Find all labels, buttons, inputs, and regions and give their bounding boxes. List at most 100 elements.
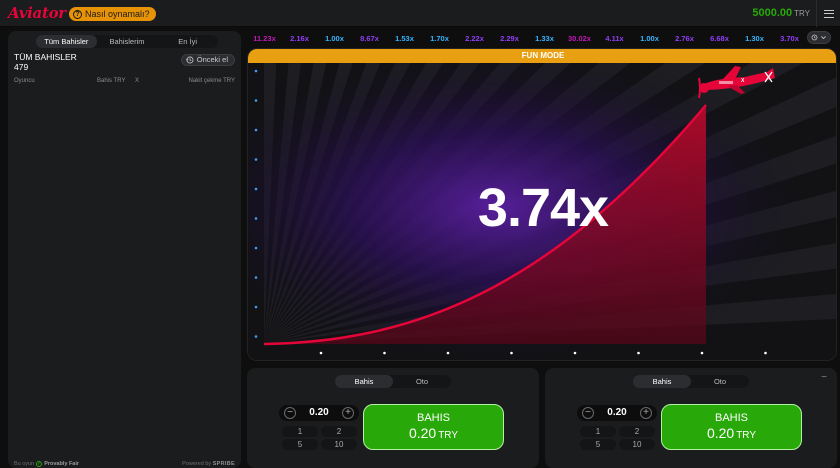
tab-top[interactable]: En İyi (157, 35, 218, 48)
provably-prefix: Bu oyun (14, 461, 35, 467)
previous-round-button[interactable]: Önceki el (180, 54, 235, 66)
balance-currency: TRY (794, 9, 810, 18)
bet-button-amount: 0.20 (706, 425, 735, 441)
tab-auto[interactable]: Oto (393, 375, 451, 388)
quick-amount-button[interactable]: 1 (282, 426, 318, 437)
history-multiplier[interactable]: 1.33x (527, 34, 562, 43)
column-cashout: Nakit çekme TRY (188, 78, 235, 84)
quick-amount-button[interactable]: 10 (321, 439, 357, 450)
quick-amount-button[interactable]: 1 (580, 426, 616, 437)
y-axis-dot (254, 276, 258, 279)
history-multiplier[interactable]: 6.68x (702, 34, 737, 43)
y-axis-dot (254, 158, 258, 161)
tab-all-bets[interactable]: Tüm Bahisler (36, 35, 97, 48)
column-x: X (135, 78, 140, 84)
quick-amount-button[interactable]: 5 (282, 439, 318, 450)
bet-button-label: BAHIS (714, 412, 748, 424)
y-axis-dot (254, 305, 258, 309)
provably-fair[interactable]: Bu oyun ✓ Provably Fair (14, 461, 79, 467)
y-axis-dot (254, 335, 258, 338)
quick-amount-button[interactable]: 10 (619, 439, 655, 450)
quick-amount-button[interactable]: 2 (619, 426, 655, 437)
increase-amount-button[interactable]: + (640, 407, 652, 419)
history-toggle-button[interactable] (807, 31, 831, 44)
remove-panel-button[interactable]: − (819, 373, 829, 384)
history-icon (811, 34, 818, 41)
history-multiplier[interactable]: 2.22x (457, 34, 492, 43)
history-multiplier[interactable]: 2.16x (282, 34, 317, 43)
history-multiplier[interactable]: 8.67x (352, 34, 387, 43)
bet-button-currency: TRY (736, 430, 757, 441)
x-axis-dot (637, 351, 640, 355)
history-multiplier[interactable]: 1.53x (387, 34, 422, 43)
x-axis-dot (510, 351, 513, 355)
x-axis-dot (383, 351, 386, 355)
column-player: Oyuncu (14, 78, 35, 84)
place-bet-button[interactable]: BAHIS 0.20 TRY (661, 404, 802, 450)
quick-amount-button[interactable]: 2 (321, 426, 357, 437)
increase-amount-button[interactable]: + (342, 407, 354, 419)
shield-check-icon: ✓ (36, 461, 43, 467)
previous-round-label: Önceki el (196, 55, 228, 64)
fun-mode-banner: FUN MODE (248, 49, 836, 63)
bet-button-currency: TRY (438, 430, 459, 441)
history-multiplier[interactable]: 1.00x (317, 34, 352, 43)
history-multiplier[interactable]: 3.70x (772, 34, 807, 43)
bets-column-headers: Oyuncu Bahis TRY X Nakit çekme TRY (14, 78, 235, 88)
x-axis-dot (319, 351, 323, 355)
bet-panel-1: Bahis Oto − 0.20 + 1 2 5 10 BAHIS 0.20 TR… (247, 368, 539, 468)
y-axis-dot (254, 69, 258, 73)
balance: 5000.00 TRY (752, 7, 810, 19)
bet-panel-tabs: Bahis Oto (633, 375, 749, 388)
bet-panel-2: Bahis Oto − − 0.20 + 1 2 5 10 BAHIS 0.20… (545, 368, 837, 468)
bets-panel: Tüm Bahisler Bahislerim En İyi TÜM BAHIS… (8, 31, 241, 468)
balance-amount: 5000.00 (752, 7, 793, 19)
bet-panel-tabs: Bahis Oto (335, 375, 451, 388)
bet-button-amount: 0.20 (408, 425, 437, 441)
column-bet: Bahis TRY (97, 78, 126, 84)
history-multiplier[interactable]: 4.11x (597, 34, 632, 43)
history-multiplier[interactable]: 30.02x (562, 34, 597, 43)
multiplier-history: 11.23x 2.16x 1.00x 8.67x 1.53x 1.70x 2.22x 2.29… (247, 30, 808, 46)
bets-footer: Bu oyun ✓ Provably Fair Powered by SPRIB… (14, 458, 235, 468)
tab-bet[interactable]: Bahis (335, 375, 393, 388)
bet-amount-stepper: − 0.20 + (577, 405, 657, 421)
chevron-down-icon (821, 36, 826, 40)
tab-auto[interactable]: Oto (691, 375, 749, 388)
history-multiplier[interactable]: 11.23x (247, 34, 282, 43)
bet-amount-value[interactable]: 0.20 (597, 407, 637, 419)
history-icon (185, 56, 194, 64)
y-axis-dot (254, 246, 258, 250)
all-bets-count: 479 (14, 62, 29, 72)
menu-button[interactable] (816, 0, 840, 27)
bets-tabs: Tüm Bahisler Bahislerim En İyi (36, 35, 218, 48)
how-to-play-label: Nasıl oynamalı? (85, 9, 150, 19)
history-multiplier[interactable]: 2.76x (667, 34, 702, 43)
bet-button-label: BAHIS (416, 412, 450, 424)
tab-bet[interactable]: Bahis (633, 375, 691, 388)
tab-my-bets[interactable]: Bahislerim (97, 35, 158, 48)
all-bets-title: TÜM BAHISLER (14, 52, 77, 62)
current-multiplier: 3.74x (477, 178, 609, 238)
history-multiplier[interactable]: 1.30x (737, 34, 772, 43)
decrease-amount-button[interactable]: − (582, 407, 594, 419)
history-multiplier[interactable]: 2.29x (492, 34, 527, 43)
powered-by-label: Powered by (182, 461, 212, 467)
x-axis-dot (573, 351, 577, 355)
provably-fair-label: Provably Fair (44, 461, 80, 467)
top-bar: Aviator ? Nasıl oynamalı? 5000.00 TRY (0, 0, 840, 27)
history-multiplier[interactable]: 1.00x (632, 34, 667, 43)
y-axis-dot (254, 99, 258, 102)
game-area: FUN MODE X 3.74x (247, 48, 837, 361)
bet-amount-stepper: − 0.20 + (279, 405, 359, 421)
history-multiplier[interactable]: 1.70x (422, 34, 457, 43)
quick-amount-button[interactable]: 5 (580, 439, 616, 450)
aviator-logo: Aviator (8, 4, 66, 22)
question-icon: ? (73, 9, 82, 19)
bet-amount-value[interactable]: 0.20 (299, 407, 339, 419)
place-bet-button[interactable]: BAHIS 0.20 TRY (363, 404, 504, 450)
decrease-amount-button[interactable]: − (284, 407, 296, 419)
powered-by: Powered by SPRIBE (182, 461, 235, 467)
how-to-play-button[interactable]: ? Nasıl oynamalı? (69, 7, 156, 21)
bet-button-amount-line: 0.20 TRY (364, 425, 503, 441)
